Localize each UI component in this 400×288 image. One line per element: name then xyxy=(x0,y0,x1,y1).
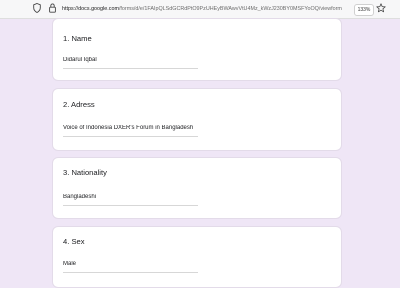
lock-icon[interactable] xyxy=(49,3,56,13)
shield-icon[interactable] xyxy=(33,3,41,13)
answer-field[interactable]: Didarul Iqbal xyxy=(63,57,198,69)
answer-field[interactable]: Bangladeshi xyxy=(63,194,198,206)
question-card-address: 2. Adress Voice of Indonesia DXER's Foru… xyxy=(52,88,342,151)
address-bar[interactable]: https://docs.google.com/forms/d/e/1FAIpQ… xyxy=(62,0,354,18)
question-title: 3. Nationality xyxy=(63,168,107,177)
question-card-nationality: 3. Nationality Bangladeshi xyxy=(52,157,342,219)
question-title: 1. Name xyxy=(63,34,92,43)
question-title: 4. Sex xyxy=(63,237,85,246)
zoom-indicator[interactable]: 133% xyxy=(354,4,374,16)
question-card-name: 1. Name Didarul Iqbal xyxy=(52,18,342,81)
question-title: 2. Adress xyxy=(63,100,95,109)
answer-field[interactable]: Voice of Indonesia DXER's Forum in Bangl… xyxy=(63,125,198,137)
question-card-sex: 4. Sex Male xyxy=(52,226,342,288)
url-path: /forms/d/e/1FAIpQLSdGCRdPtO9PzUHEyBWAwvV… xyxy=(118,6,342,12)
star-icon[interactable] xyxy=(376,3,386,13)
url-domain: https://docs.google.com xyxy=(62,6,119,12)
browser-toolbar: https://docs.google.com/forms/d/e/1FAIpQ… xyxy=(0,0,400,19)
answer-field[interactable]: Male xyxy=(63,261,198,273)
